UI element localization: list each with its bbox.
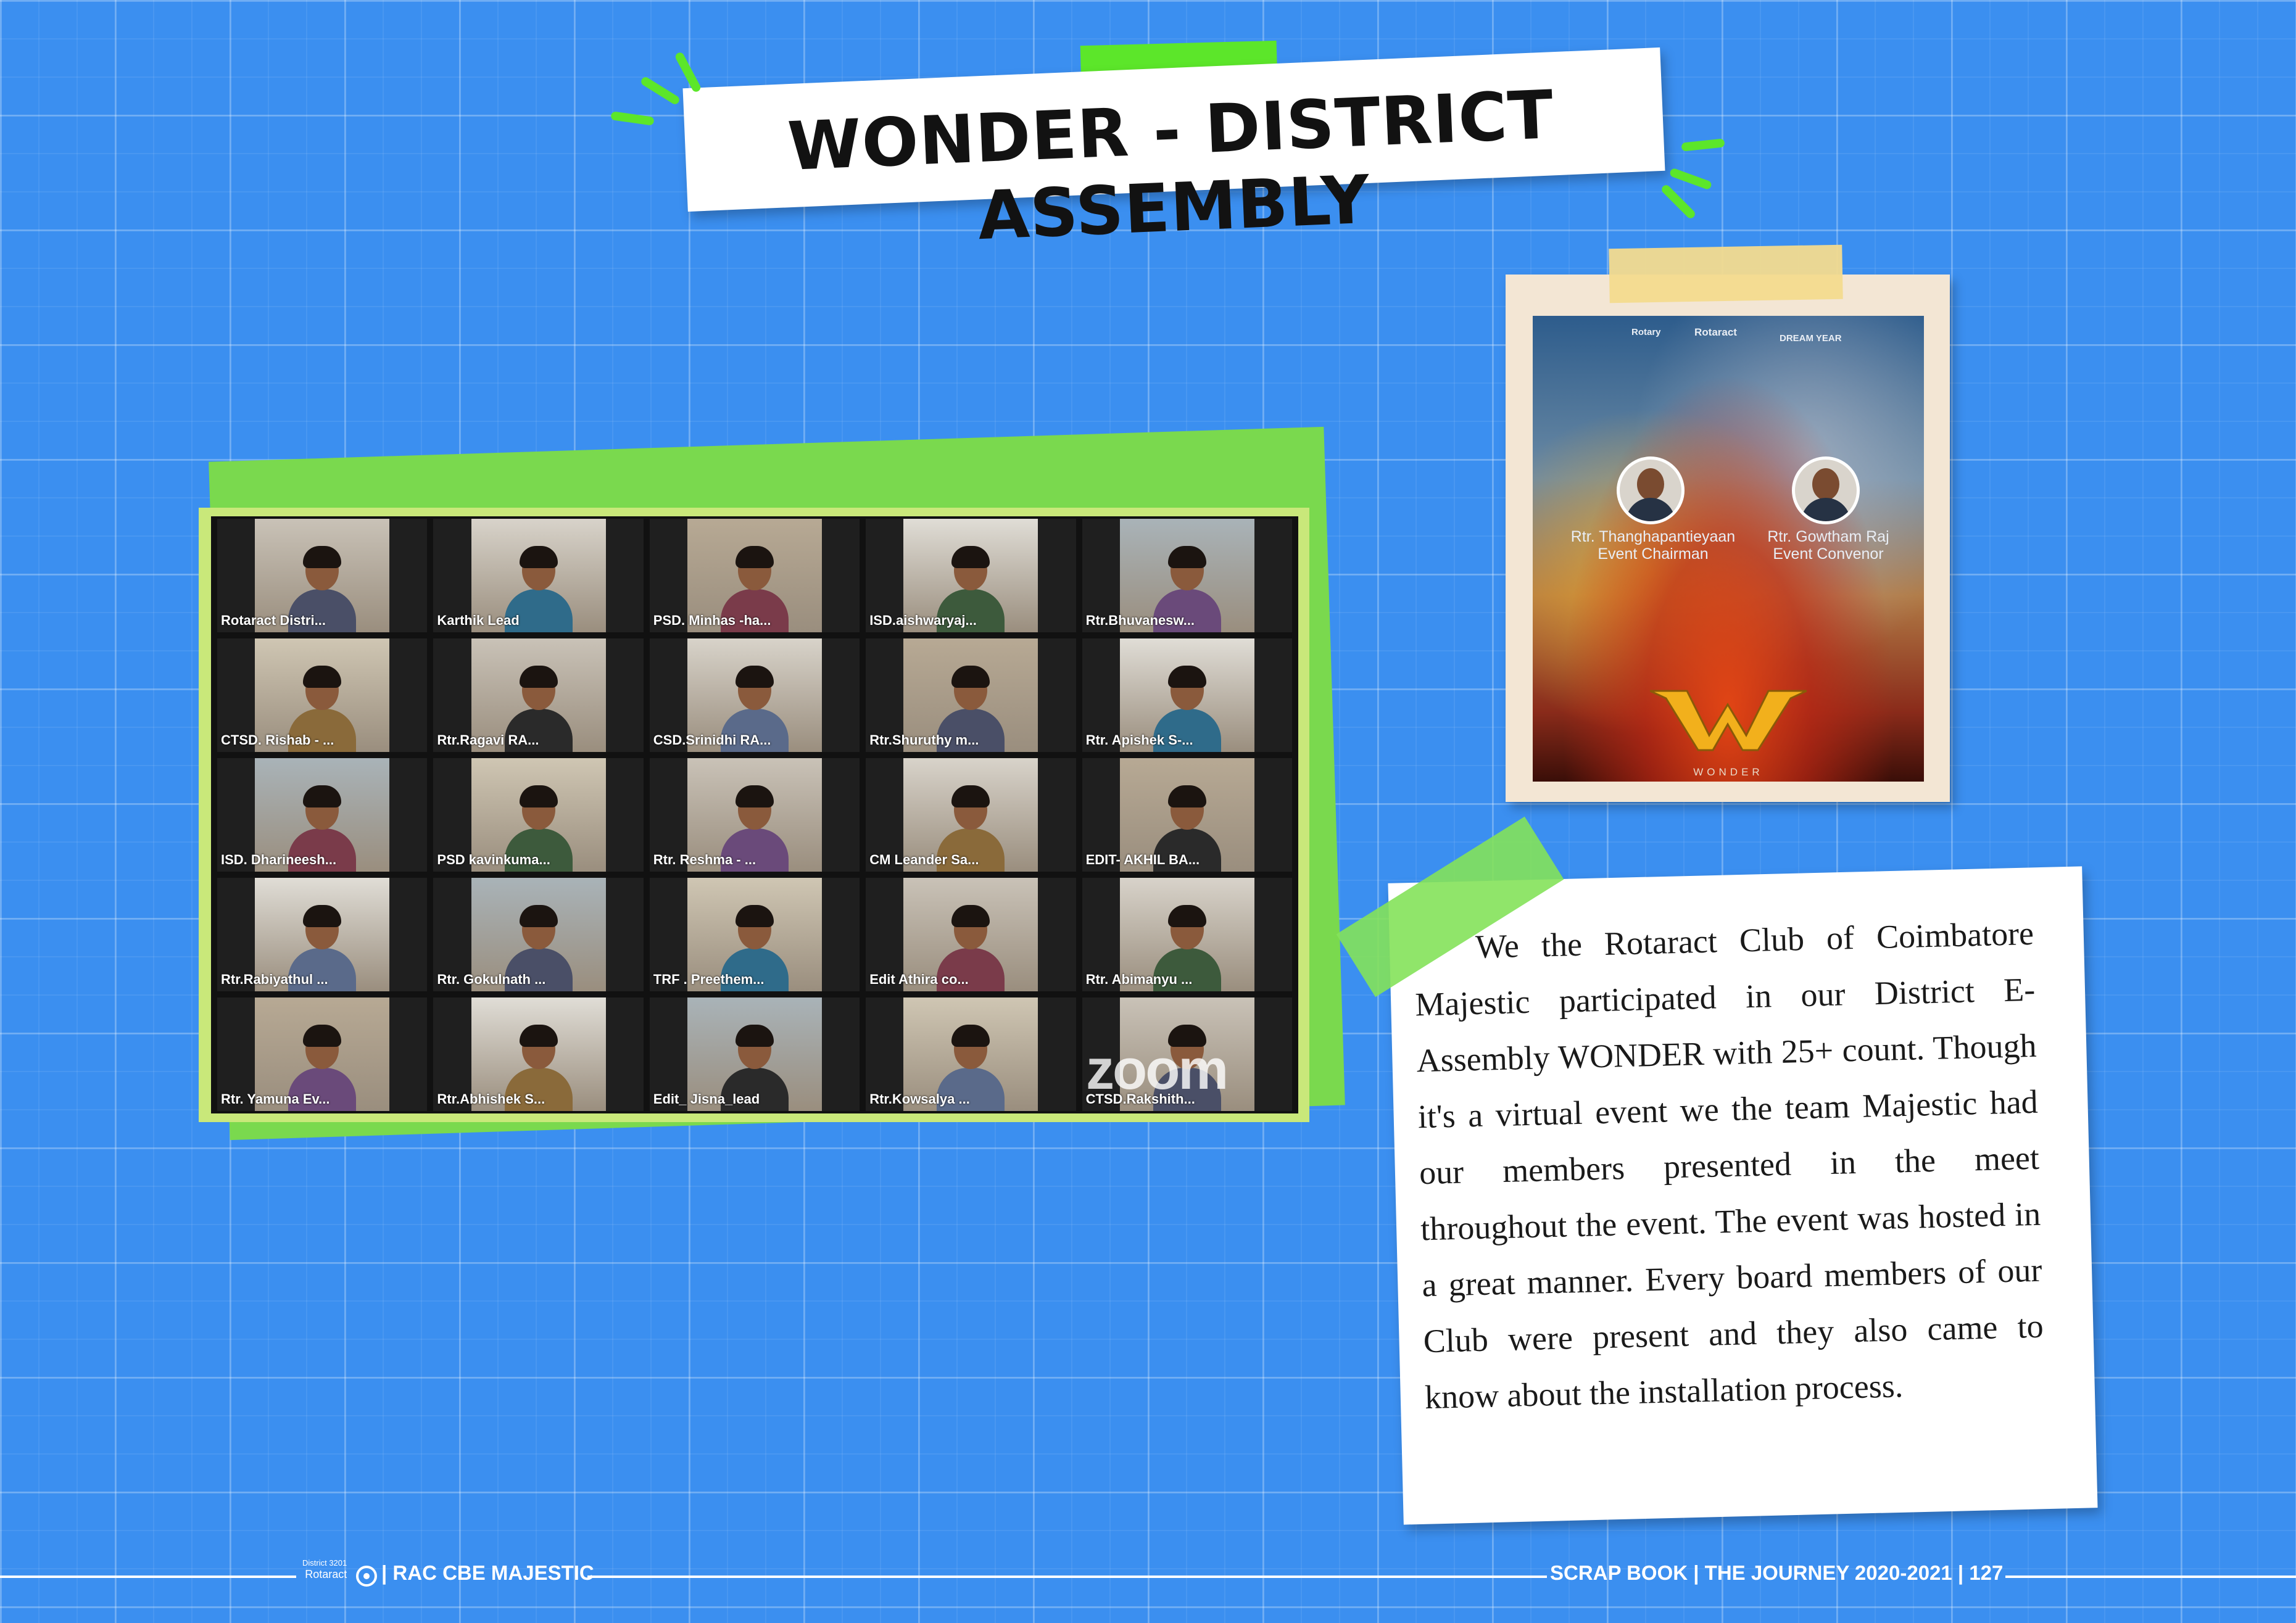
footer-logo-district: District 3201 bbox=[302, 1558, 347, 1567]
rotary-wheel-icon bbox=[356, 1566, 377, 1587]
footer-line bbox=[2005, 1576, 2296, 1578]
footer-club-name: | RAC CBE MAJESTIC bbox=[381, 1561, 594, 1584]
event-poster: Rotary Rotaract DREAM YEAR Rtr. Thanghap… bbox=[1533, 316, 1924, 782]
participant-tile[interactable]: Rtr. Yamuna Ev... bbox=[217, 997, 428, 1111]
convenor-role: Event Convenor bbox=[1773, 545, 1884, 563]
footer-logo-name: Rotaract bbox=[305, 1568, 347, 1580]
spark-decoration bbox=[674, 51, 702, 94]
participant-name: Rtr. Gokulnath ... bbox=[437, 972, 546, 987]
participant-name: Rtr. Abimanyu ... bbox=[1085, 972, 1193, 987]
participant-tile[interactable]: Rtr.Ragavi RA... bbox=[433, 638, 644, 752]
description-text: We the Rotaract Club of Coimbatore Majes… bbox=[1414, 914, 2044, 1416]
wonder-emblem-icon bbox=[1650, 690, 1807, 751]
participant-tile[interactable]: Rtr. Gokulnath ... bbox=[433, 878, 644, 991]
poster-tape bbox=[1609, 244, 1843, 304]
participant-tile[interactable]: Rtr. Abimanyu ... bbox=[1082, 878, 1292, 991]
spark-decoration bbox=[1668, 167, 1713, 191]
participant-name: CSD.Srinidhi RA... bbox=[653, 732, 771, 748]
participant-name: Rtr.Bhuvanesw... bbox=[1085, 613, 1195, 628]
participant-name: EDIT- AKHIL BA... bbox=[1085, 852, 1200, 867]
participant-name: PSD. Minhas -ha... bbox=[653, 613, 771, 628]
participant-tile[interactable]: EDIT- AKHIL BA... bbox=[1082, 758, 1292, 872]
zoom-gallery: Rotaract Distri... Karthik Lead PSD. Minha… bbox=[211, 516, 1298, 1113]
participant-name: ISD.aishwaryaj... bbox=[869, 613, 977, 628]
dream-year-logo: DREAM YEAR bbox=[1780, 333, 1842, 344]
participant-name: CTSD. Rishab - ... bbox=[221, 732, 334, 748]
participant-tile[interactable]: PSD. Minhas -ha... bbox=[649, 519, 860, 632]
footer-page-info: SCRAP BOOK | THE JOURNEY 2020-2021 | 127 bbox=[1550, 1561, 2004, 1584]
participant-name: CM Leander Sa... bbox=[869, 852, 979, 867]
participant-tile[interactable]: Edit_ Jisna_lead bbox=[649, 997, 860, 1111]
convenor-name: Rtr. Gowtham Raj bbox=[1767, 528, 1889, 545]
participant-tile[interactable]: ISD.aishwaryaj... bbox=[866, 519, 1076, 632]
footer-line bbox=[587, 1576, 1547, 1578]
participant-tile[interactable]: CM Leander Sa... bbox=[866, 758, 1076, 872]
participant-name: PSD kavinkuma... bbox=[437, 852, 550, 867]
participant-tile[interactable]: Rtr.Rabiyathul ... bbox=[217, 878, 428, 991]
participant-tile[interactable]: ISD. Dharineesh... bbox=[217, 758, 428, 872]
participant-name: TRF . Preethem... bbox=[653, 972, 765, 987]
spark-decoration bbox=[1660, 183, 1697, 220]
rotaract-logo: Rotaract bbox=[1694, 326, 1737, 338]
participant-name: Rtr. Apishek S-... bbox=[1085, 732, 1193, 748]
convenor-avatar bbox=[1792, 456, 1860, 524]
participant-tile[interactable]: CTSD. Rishab - ... bbox=[217, 638, 428, 752]
participant-tile[interactable]: Rtr.Kowsalya ... bbox=[866, 997, 1076, 1111]
participant-tile[interactable]: Karthik Lead bbox=[433, 519, 644, 632]
chairman-name: Rtr. Thanghapantieyaan bbox=[1570, 528, 1736, 545]
participant-tile[interactable]: Rtr. Reshma - ... bbox=[649, 758, 860, 872]
spark-decoration bbox=[610, 111, 655, 126]
participant-name: Rtr.Rabiyathul ... bbox=[221, 972, 328, 987]
spark-decoration bbox=[1681, 138, 1725, 152]
participant-name: Edit Athira co... bbox=[869, 972, 969, 987]
rotaract-footer-logo: District 3201 Rotaract bbox=[302, 1558, 347, 1580]
participant-tile[interactable]: Rtr.Bhuvanesw... bbox=[1082, 519, 1292, 632]
participant-name: Edit_ Jisna_lead bbox=[653, 1091, 760, 1107]
chairman-avatar bbox=[1617, 456, 1685, 524]
rotary-logo: Rotary bbox=[1631, 327, 1661, 337]
participant-name: Rtr. Yamuna Ev... bbox=[221, 1091, 330, 1107]
participant-name: Rotaract Distri... bbox=[221, 613, 326, 628]
spark-decoration bbox=[639, 75, 681, 106]
participant-tile[interactable]: Edit Athira co... bbox=[866, 878, 1076, 991]
participant-tile[interactable]: CSD.Srinidhi RA... bbox=[649, 638, 860, 752]
participant-name: Rtr.Abhishek S... bbox=[437, 1091, 545, 1107]
zoom-logo: zoom bbox=[1086, 1038, 1229, 1101]
participant-name: Rtr.Kowsalya ... bbox=[869, 1091, 970, 1107]
participant-name: ISD. Dharineesh... bbox=[221, 852, 337, 867]
participant-tile[interactable]: Rtr. Apishek S-... bbox=[1082, 638, 1292, 752]
footer-line bbox=[0, 1576, 296, 1578]
participant-tile[interactable]: Rtr.Abhishek S... bbox=[433, 997, 644, 1111]
chairman-role: Event Chairman bbox=[1598, 545, 1709, 563]
participant-name: Karthik Lead bbox=[437, 613, 520, 628]
poster-event-name: WONDER bbox=[1693, 766, 1763, 778]
participant-name: Rtr.Shuruthy m... bbox=[869, 732, 979, 748]
participant-tile[interactable]: TRF . Preethem... bbox=[649, 878, 860, 991]
participant-tile[interactable]: PSD kavinkuma... bbox=[433, 758, 644, 872]
participant-tile[interactable]: Rtr.Shuruthy m... bbox=[866, 638, 1076, 752]
participant-tile[interactable]: Rotaract Distri... bbox=[217, 519, 428, 632]
participant-name: Rtr.Ragavi RA... bbox=[437, 732, 539, 748]
participant-name: Rtr. Reshma - ... bbox=[653, 852, 756, 867]
